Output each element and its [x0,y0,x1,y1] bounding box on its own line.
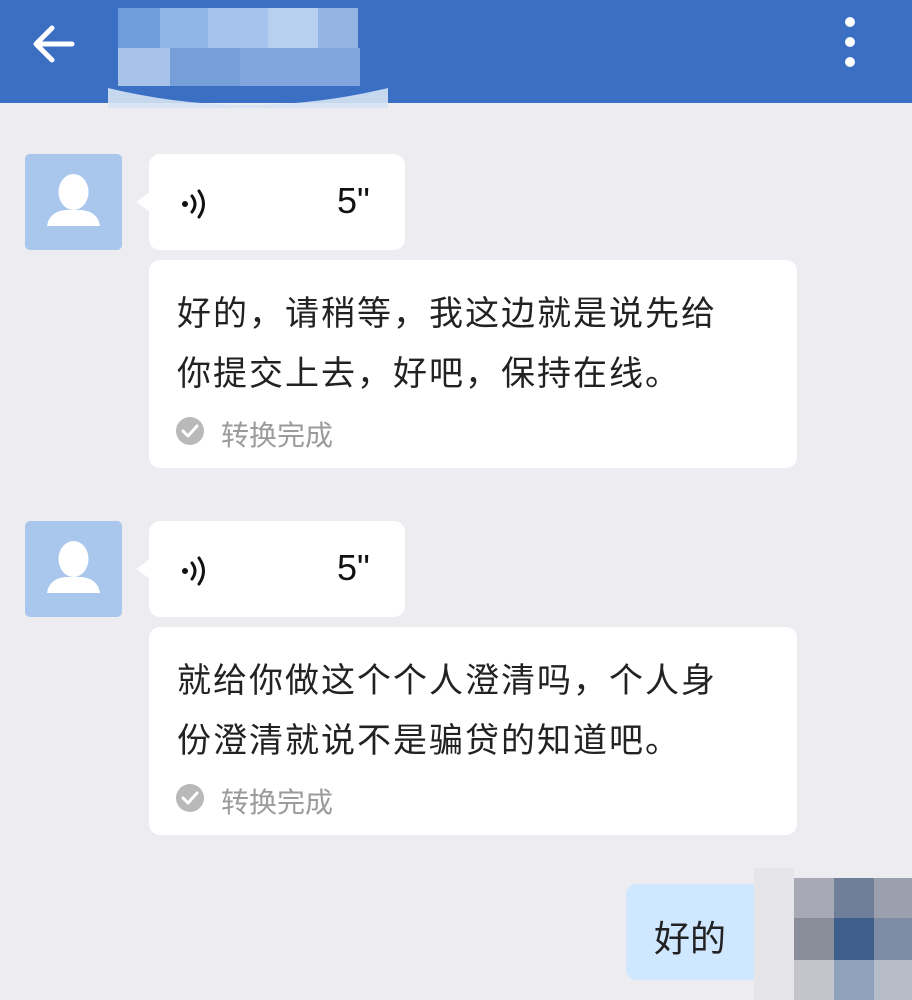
check-circle-icon [176,784,204,812]
arrow-left-icon [33,25,75,63]
voice-duration: 5" [337,547,370,588]
voice-message-bubble[interactable]: 5" [136,154,405,250]
my-message-text: 好的 [654,919,727,960]
transcript-line: 份澄清就说不是骗贷的知道吧。 [177,721,681,761]
more-vertical-icon [845,17,855,67]
voice-wave-icon [182,189,205,219]
app-header [0,0,912,108]
back-button[interactable] [22,18,86,74]
my-avatar-redacted [754,868,912,1000]
transcript-line: 就给你做这个个人澄清吗，个人身 [177,661,717,701]
user-silhouette-icon [47,174,100,226]
contact-name-redacted [108,8,388,108]
voice-wave-icon [182,556,205,586]
conversion-status-text: 转换完成 [221,419,334,452]
conversion-status-text: 转换完成 [221,786,334,819]
voice-message-bubble[interactable]: 5" [136,521,405,617]
voice-duration: 5" [337,180,370,221]
transcript-line: 好的，请稍等，我这边就是说先给 [177,294,717,334]
contact-avatar[interactable] [25,154,122,250]
contact-avatar[interactable] [25,521,122,617]
transcript-line: 你提交上去，好吧，保持在线。 [177,354,681,394]
transcript-bubble[interactable]: 就给你做这个个人澄清吗，个人身 份澄清就说不是骗贷的知道吧。 转换完成 [149,627,797,835]
transcript-bubble[interactable]: 好的，请稍等，我这边就是说先给 你提交上去，好吧，保持在线。 转换完成 [149,260,797,468]
user-silhouette-icon [47,541,100,593]
more-options-button[interactable] [826,12,874,76]
check-circle-icon [176,417,204,445]
